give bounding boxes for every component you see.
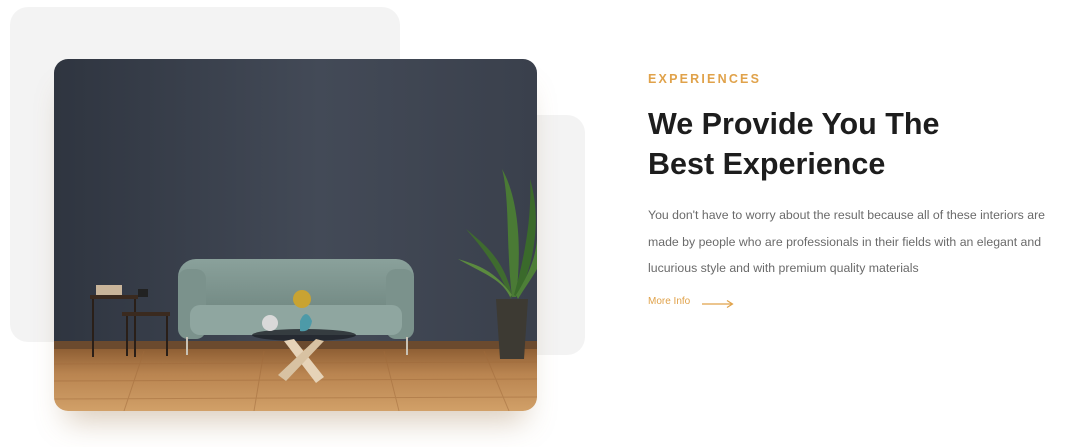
experience-section: EXPERIENCES We Provide You The Best Expe…: [648, 70, 1058, 309]
more-info-label: More Info: [648, 295, 691, 307]
heading-line-1: We Provide You The: [648, 107, 940, 141]
section-description: You don't have to worry about the result…: [648, 208, 1046, 275]
interior-photo: [54, 59, 537, 411]
section-eyebrow: EXPERIENCES: [648, 72, 762, 86]
more-info-link[interactable]: More Info: [648, 295, 734, 309]
arrow-right-icon: [702, 296, 734, 309]
section-heading: We Provide You The Best Experience: [648, 104, 1058, 184]
heading-line-2: Best Experience: [648, 147, 886, 181]
